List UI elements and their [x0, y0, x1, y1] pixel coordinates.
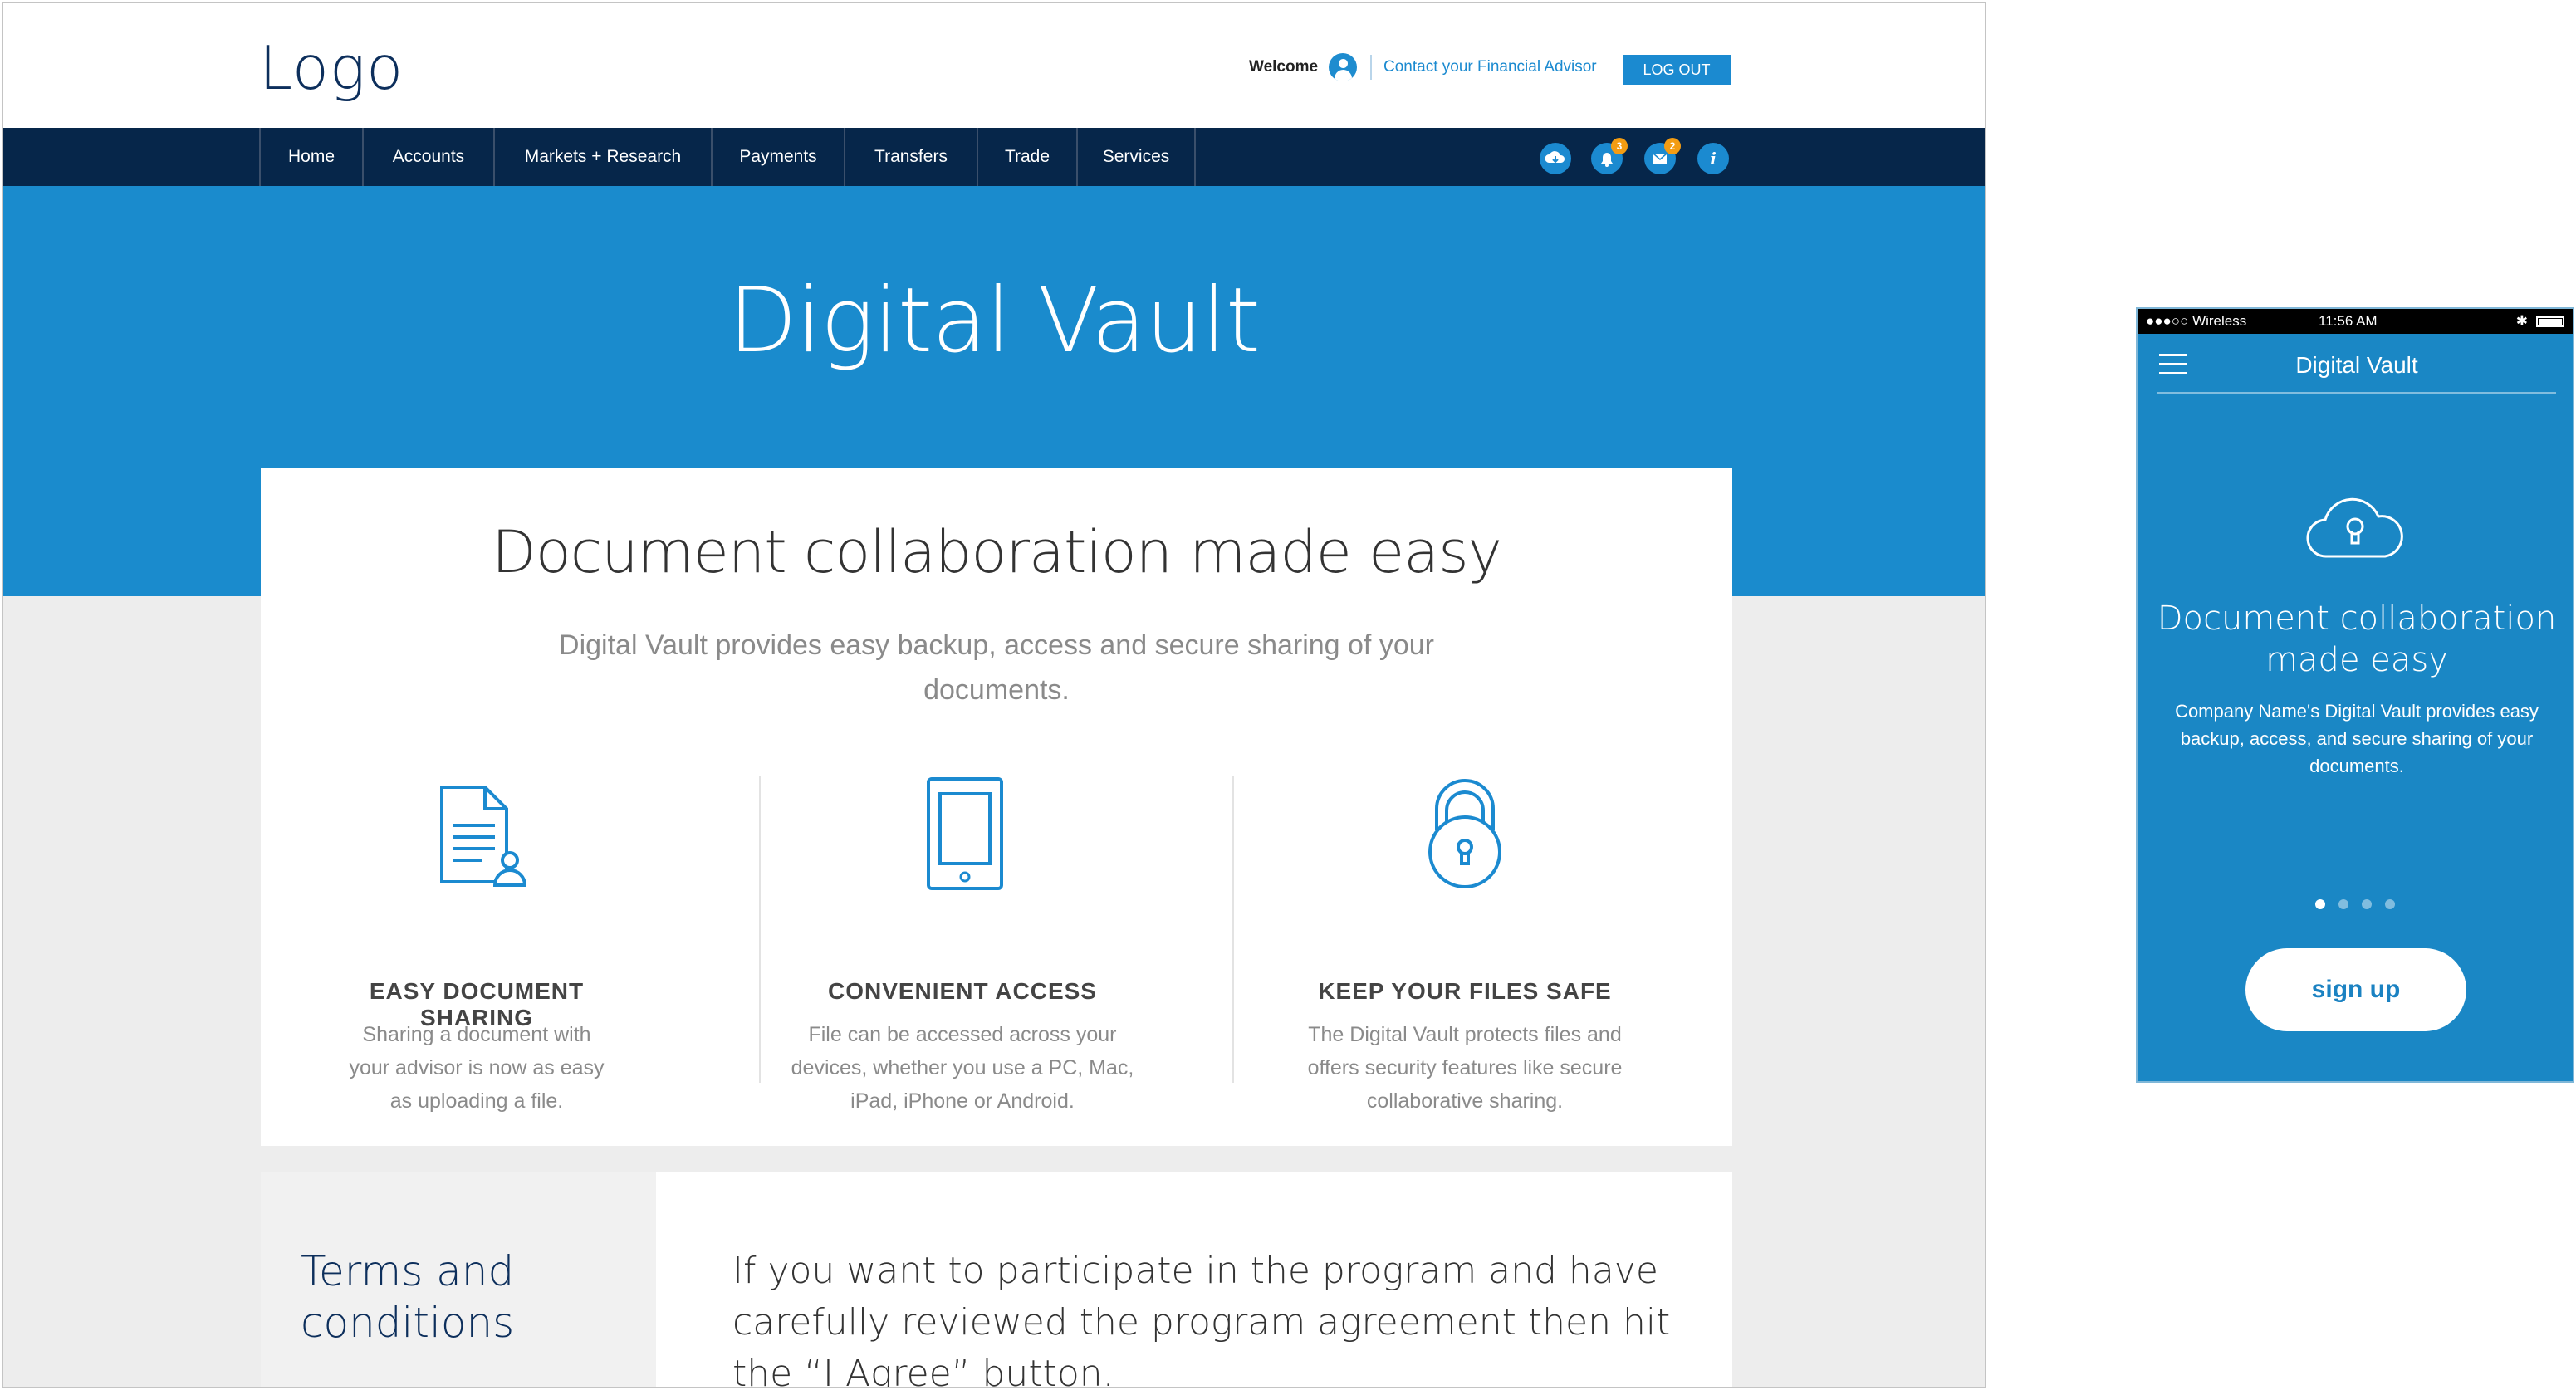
pager-dot[interactable]	[2315, 899, 2325, 909]
page-title: Digital Vault	[727, 269, 1261, 373]
mobile-title: Digital Vault	[2295, 352, 2418, 378]
nav-item-home[interactable]: Home	[259, 128, 362, 186]
nav-item-accounts[interactable]: Accounts	[362, 128, 493, 186]
contact-advisor-link[interactable]: Contact your Financial Advisor	[1383, 58, 1597, 76]
logout-button[interactable]: LOG OUT	[1623, 55, 1731, 85]
pager-dot[interactable]	[2362, 899, 2372, 909]
cloud-download-icon[interactable]	[1540, 143, 1571, 174]
terms-sidebar: Terms and conditions	[261, 1172, 656, 1387]
carrier-signal: ●●●○○ Wireless	[2146, 313, 2247, 329]
feature-subheading: Digital Vault provides easy backup, acce…	[559, 629, 1434, 706]
feature-description: File can be accessed across your devices…	[791, 1023, 1134, 1113]
terms-body: If you want to participate in the progra…	[732, 1250, 1671, 1388]
mobile-screen: ●●●○○ Wireless 11:56 AM ✱ Digital Vault …	[2136, 307, 2574, 1083]
nav-item-payments[interactable]: Payments	[711, 128, 844, 186]
cloud-lock-icon	[2306, 497, 2403, 558]
terms-title: Terms and conditions	[301, 1247, 515, 1347]
top-header: Logo Welcome Contact your Financial Advi…	[3, 3, 1985, 128]
feature-title: CONVENIENT ACCESS	[827, 978, 1097, 1004]
feature-description: The Digital Vault protects files and off…	[1307, 1023, 1623, 1113]
nav-item-markets-research[interactable]: Markets + Research	[493, 128, 711, 186]
bell-icon[interactable]: 3	[1591, 138, 1628, 174]
feature-item: EASY DOCUMENT SHARING Sharing a document…	[311, 776, 643, 1113]
mobile-description: Company Name's Digital Vault provides ea…	[2175, 701, 2539, 776]
mobile-heading: Document collaboration made easy	[2157, 600, 2557, 679]
logo[interactable]: Logo	[259, 33, 404, 103]
info-icon[interactable]: i	[1697, 143, 1729, 174]
pager-dot[interactable]	[2385, 899, 2395, 909]
desktop-page: Logo Welcome Contact your Financial Advi…	[2, 2, 1986, 1388]
user-avatar-icon[interactable]	[1329, 53, 1357, 81]
padlock-icon	[1428, 779, 1501, 888]
welcome-text: Welcome	[1249, 58, 1319, 76]
battery-icon	[2536, 316, 2564, 327]
feature-title: KEEP YOUR FILES SAFE	[1318, 978, 1612, 1004]
carousel-pager[interactable]	[2138, 898, 2573, 913]
message-badge: 2	[1664, 138, 1681, 154]
feature-item: CONVENIENT ACCESS File can be accessed a…	[776, 776, 1149, 1113]
terms-card: Terms and conditions If you want to part…	[261, 1172, 1732, 1388]
feature-description: Sharing a document with your advisor is …	[349, 1023, 605, 1113]
mail-icon[interactable]: 2	[1644, 138, 1681, 174]
nav-item-trade[interactable]: Trade	[977, 128, 1076, 186]
column-divider	[1232, 776, 1234, 1083]
nav-item-services[interactable]: Services	[1076, 128, 1196, 186]
feature-card: Document collaboration made easy Digital…	[261, 468, 1732, 1146]
pager-dot[interactable]	[2338, 899, 2348, 909]
notification-badge: 3	[1611, 138, 1628, 154]
main-nav: Home Accounts Markets + Research Payment…	[3, 128, 1985, 186]
mobile-header: Digital Vault	[2157, 334, 2556, 394]
status-time: 11:56 AM	[2319, 313, 2378, 329]
document-share-icon	[440, 786, 526, 887]
feature-item: KEEP YOUR FILES SAFE The Digital Vault p…	[1282, 776, 1648, 1113]
bluetooth-icon: ✱	[2515, 313, 2528, 329]
tablet-icon	[927, 777, 1003, 890]
header-divider	[1370, 55, 1372, 80]
signup-button[interactable]: sign up	[2245, 948, 2466, 1031]
status-bar: ●●●○○ Wireless 11:56 AM ✱	[2138, 309, 2573, 334]
feature-heading: Document collaboration made easy	[492, 518, 1502, 586]
nav-item-transfers[interactable]: Transfers	[844, 128, 977, 186]
column-divider	[759, 776, 761, 1083]
